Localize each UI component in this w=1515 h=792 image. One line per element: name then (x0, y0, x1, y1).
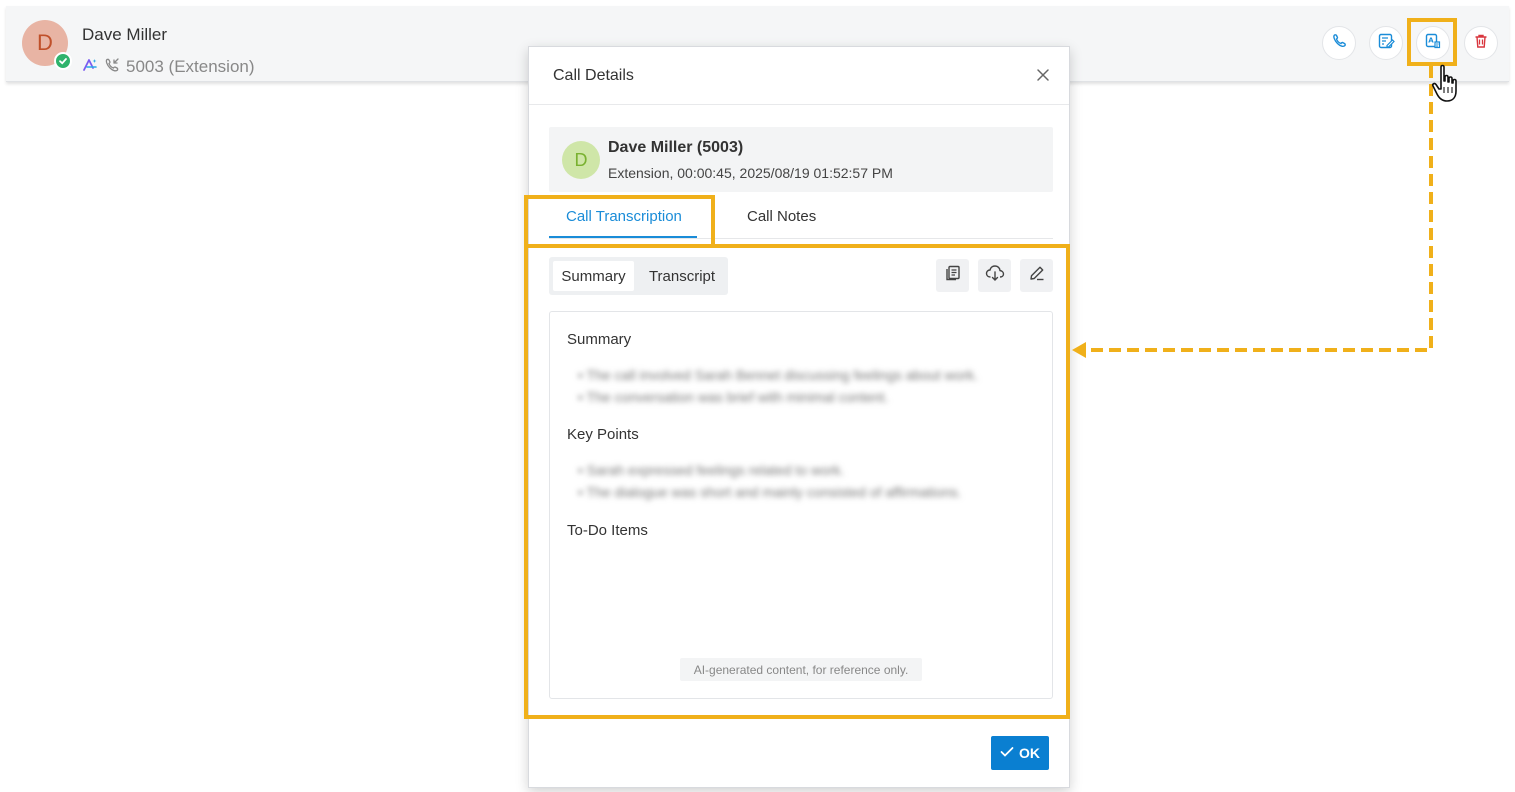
ai-sparkle-icon (82, 57, 98, 78)
contact-extension: 5003 (Extension) (82, 56, 255, 78)
extension-label: 5003 (Extension) (126, 57, 255, 76)
phone-icon (1331, 33, 1347, 54)
caller-name: Dave Miller (5003) (608, 139, 744, 156)
contact-name: Dave Miller (82, 25, 168, 44)
tab-call-notes[interactable]: Call Notes (747, 208, 816, 225)
caller-meta: Extension, 00:00:45, 2025/08/19 01:52:57… (608, 165, 893, 181)
ok-label: OK (1019, 745, 1040, 761)
stage: D Dave Miller 5003 (Extension) A Call De… (0, 0, 1515, 792)
presence-check-icon (54, 52, 72, 70)
call-button[interactable] (1322, 26, 1356, 60)
trash-icon (1473, 33, 1489, 54)
dialog-title: Call Details (553, 67, 634, 84)
caller-card: D Dave Miller (5003) Extension, 00:00:45… (549, 127, 1053, 192)
edit-note-icon (1377, 32, 1395, 55)
call-notes-button[interactable] (1369, 26, 1403, 60)
delete-button[interactable] (1464, 26, 1498, 60)
annotation-highlight-button (1407, 18, 1457, 66)
hand-cursor-icon (1430, 62, 1470, 106)
annotation-highlight-content (524, 244, 1070, 719)
close-icon[interactable] (1035, 67, 1051, 83)
check-icon (1000, 745, 1014, 761)
phone-callback-icon (104, 57, 120, 78)
avatar: D (562, 141, 600, 179)
dialog-header: Call Details (529, 47, 1069, 105)
ok-button[interactable]: OK (991, 736, 1049, 770)
annotation-highlight-tab (524, 195, 715, 247)
